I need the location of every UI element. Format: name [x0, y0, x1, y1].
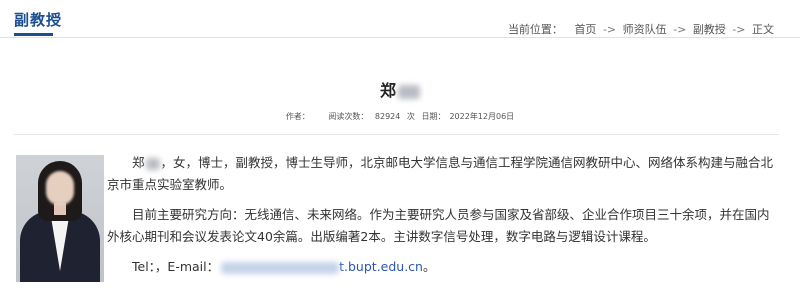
bio-text: ，女，博士，副教授，博士生导师，北京邮电大学信息与通信工程学院通信网教研中心、网… — [107, 155, 774, 192]
date-label: 日期： — [421, 112, 446, 121]
article-body: 郑，女，博士，副教授，博士生导师，北京邮电大学信息与通信工程学院通信网教研中心、… — [107, 152, 781, 278]
breadcrumb-faculty-link[interactable]: 师资队伍 — [623, 23, 667, 36]
article-title-text: 郑 — [379, 81, 396, 100]
views-unit: 次 — [406, 112, 415, 121]
breadcrumb: 当前位置： 首页 -> 师资队伍 -> 副教授 -> 正文 — [508, 21, 774, 37]
article-meta: 作者： 阅读次数： 82924 次 日期： 2022年12月06日 — [0, 111, 800, 122]
section-title-underline — [14, 33, 53, 36]
research-paragraph: 目前主要研究方向：无线通信、未来网络。作为主要研究人员参与国家及省部级、企业合作… — [107, 207, 770, 244]
contact-prefix: Tel：，E-mail： — [132, 259, 220, 274]
profile-photo — [16, 155, 104, 282]
email-domain[interactable]: t.bupt.edu.cn — [339, 259, 423, 274]
redacted-email-blur — [221, 261, 340, 274]
article-title: 郑 — [0, 77, 800, 101]
meta-divider — [14, 134, 779, 135]
breadcrumb-home-link[interactable]: 首页 — [574, 23, 596, 36]
redacted-name-blur — [145, 157, 160, 170]
contact-paragraph: Tel：，E-mail： t.bupt.edu.cn。 — [107, 256, 781, 278]
breadcrumb-separator: -> — [673, 23, 687, 36]
breadcrumb-associate-professor-link[interactable]: 副教授 — [693, 23, 726, 36]
author-label: 作者： — [285, 112, 310, 121]
breadcrumb-separator: -> — [732, 23, 746, 36]
contact-suffix: 。 — [422, 259, 436, 274]
top-bar: 副教授 当前位置： 首页 -> 师资队伍 -> 副教授 -> 正文 — [0, 0, 800, 38]
breadcrumb-current: 正文 — [752, 23, 774, 36]
breadcrumb-lead: 当前位置： — [507, 23, 563, 36]
views-value: 82924 — [374, 112, 401, 121]
bio-name: 郑 — [132, 155, 145, 170]
views-label: 阅读次数： — [328, 112, 369, 121]
redacted-name-blur — [398, 84, 420, 99]
bio-paragraph: 郑，女，博士，副教授，博士生导师，北京邮电大学信息与通信工程学院通信网教研中心、… — [107, 152, 781, 196]
date-value: 2022年12月06日 — [449, 112, 515, 121]
breadcrumb-separator: -> — [602, 23, 617, 36]
section-title: 副教授 — [14, 11, 63, 29]
photo-face-blurred — [46, 171, 74, 205]
page: 副教授 当前位置： 首页 -> 师资队伍 -> 副教授 -> 正文 郑 作者： … — [0, 0, 800, 294]
